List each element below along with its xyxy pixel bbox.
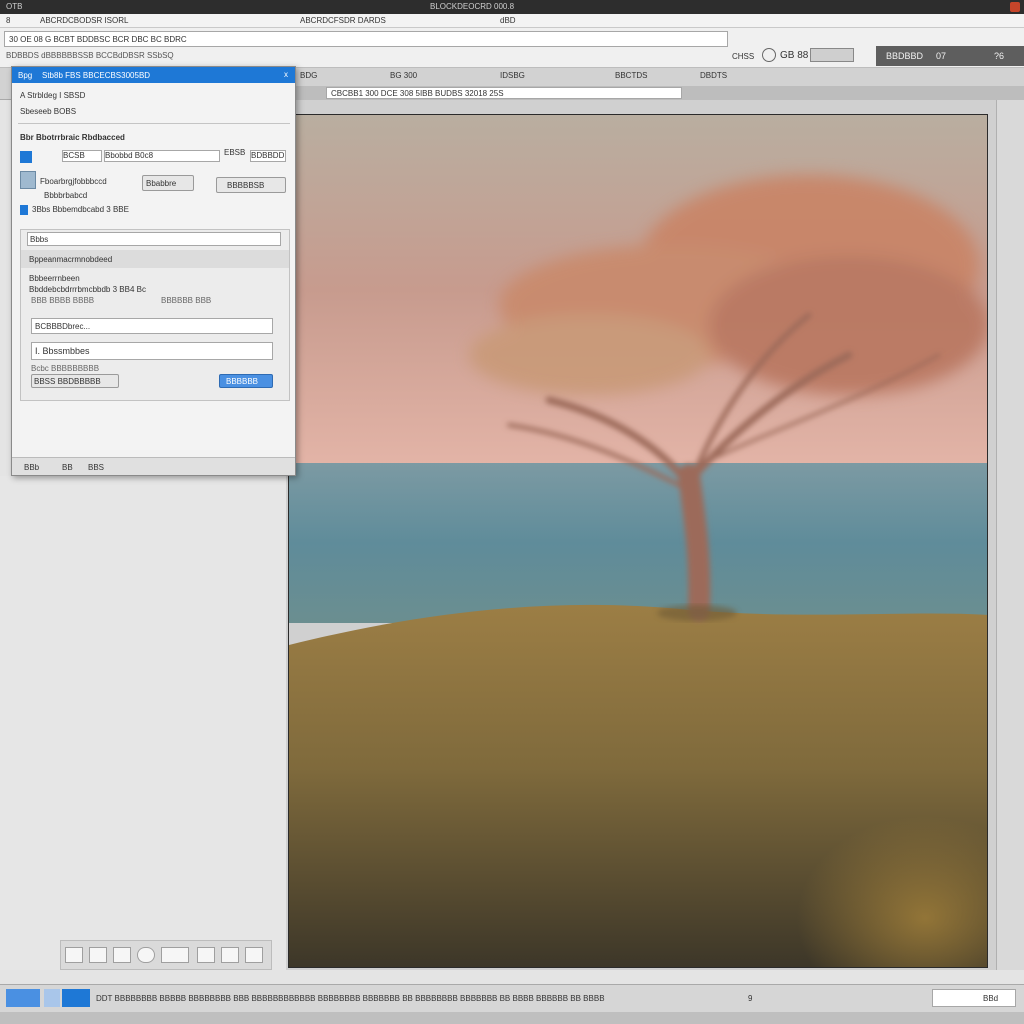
adjust-icon[interactable] [245, 947, 263, 963]
help-item[interactable]: ?6 [994, 51, 1004, 61]
document-tab-strip: CBCBB1 300 DCE 308 5IBB BUDBS 32018 25S [296, 86, 1024, 100]
canvas-image [289, 115, 987, 967]
title-bar: OTB BLOCKDEOCRD 000.8 [0, 0, 1024, 14]
toolbar-info-text: BDBBDS dBBBBBBSSB BCCBdDBSR SSbSQ [6, 51, 174, 60]
checkbox-icon[interactable] [20, 205, 28, 215]
address-input[interactable]: 30 OE 08 G BCBT BDDBSC BCR DBC BC BDRC [4, 31, 728, 47]
tab[interactable]: BBCTDS [615, 71, 675, 80]
text-field-1[interactable]: BCBBBDbrec... [31, 318, 273, 334]
dialog-line: A Strbldeg I SBSD [20, 91, 86, 100]
status-text: DDT BBBBBBBB BBBBB BBBBBBBB BBB BBBBBBBB… [96, 994, 605, 1003]
workspace-switcher: BBDBBD 07 ?6 [876, 46, 1024, 66]
window-title: BLOCKDEOCRD 000.8 [430, 2, 515, 11]
menu-item[interactable]: ABCRDCBODSR ISORL [40, 16, 180, 25]
apply-button[interactable]: BBBBBSB [216, 177, 286, 193]
page-icon[interactable] [113, 947, 131, 963]
dialog-line: Sbeseeb BOBS [20, 107, 77, 116]
tab[interactable]: BG 300 [390, 71, 450, 80]
dialog-icon-label: Bpg [18, 71, 33, 80]
menu-item[interactable]: dBD [500, 16, 516, 25]
address-input-text: 30 OE 08 G BCBT BDDBSC BCR DBC BC BDRC [9, 35, 187, 44]
group-heading: Bppeanmacrmnobdeed [29, 255, 113, 264]
info-icon[interactable] [197, 947, 215, 963]
status-bar: DDT BBBBBBBB BBBBB BBBBBBBB BBB BBBBBBBB… [0, 984, 1024, 1012]
dialog-line: 3Bbs Bbbemdbcabd 3 BBE [32, 205, 129, 214]
dialog-field[interactable]: BDBBDD [250, 150, 286, 162]
option-checkbox[interactable]: BBSS BBDBBBBB [31, 374, 119, 388]
tab[interactable]: BDG [300, 71, 360, 80]
group-header: Bppeanmacrmnobdeed [21, 250, 289, 268]
dialog-title: Stb8b FBS BBCECBS3005BD [42, 71, 151, 80]
dialog-label: Bbbbrbabcd [44, 191, 88, 200]
document-tab[interactable]: CBCBB1 300 DCE 308 5IBB BUDBS 32018 25S [326, 87, 682, 99]
description-line: BBBBBB BBB [161, 296, 212, 305]
footer-item[interactable]: BB [62, 463, 73, 472]
app-label: OTB [6, 2, 23, 11]
settings-icon[interactable] [137, 947, 155, 963]
menu-item[interactable]: ABCRDCFSDR DARDS [300, 16, 430, 25]
text-field-2[interactable]: I. Bbssmbbes [31, 342, 273, 360]
layer-icon[interactable] [65, 947, 83, 963]
zoom-control[interactable] [810, 48, 854, 62]
menu-item[interactable]: 8 [6, 16, 10, 25]
menu-bar: 8 ABCRDCBODSR ISORL ABCRDCFSDR DARDS dBD [0, 14, 1024, 28]
record-icon[interactable] [762, 48, 776, 62]
play-icon[interactable] [20, 151, 32, 163]
vertical-scrollbar[interactable] [996, 100, 1024, 970]
description-line: Bbddebcbdrrrbmcbbdb 3 BB4 Bc [29, 285, 146, 294]
small-input[interactable]: Bbbs [27, 232, 281, 246]
toolbar-item[interactable]: GB 88 [780, 50, 808, 61]
monitor-icon[interactable] [221, 947, 239, 963]
settings-dialog: Bpg Stb8b FBS BBCECBS3005BD x A Strbldeg… [11, 66, 296, 476]
workspace-label[interactable]: BBDBBD [886, 51, 923, 61]
view-toggle-c[interactable] [62, 989, 90, 1007]
zoom-input[interactable]: BBd [932, 989, 1016, 1007]
options-group: Bbbs Bppeanmacrmnobdeed Bbbeerrnbeen Bbd… [20, 229, 290, 401]
tab[interactable]: DBDTS [700, 71, 760, 80]
dialog-title-bar: Bpg Stb8b FBS BBCECBS3005BD x [12, 67, 295, 83]
file-icon [20, 171, 36, 189]
dialog-close-button[interactable]: x [284, 70, 288, 79]
description-line: Bbbeerrnbeen [29, 274, 80, 283]
browse-button[interactable]: Bbabbre [142, 175, 194, 191]
divider [18, 123, 290, 124]
dialog-field[interactable]: Bbobbd B0c8 [104, 150, 220, 162]
view-toggle-b[interactable] [44, 989, 60, 1007]
field-note: Bcbc BBBBBBBBB [31, 364, 100, 373]
dialog-field[interactable]: BCSB [62, 150, 102, 162]
image-icon[interactable] [161, 947, 189, 963]
document-icon[interactable] [89, 947, 107, 963]
description-line: BBB BBBB BBBB [31, 296, 95, 305]
close-window-button[interactable] [1010, 2, 1020, 12]
dialog-label: Fboarbrgjfobbbccd [40, 177, 107, 186]
document-path: CBCBB1 300 DCE 308 5IBB BUDBS 32018 25S [331, 89, 504, 98]
toolbar: 30 OE 08 G BCBT BDDBSC BCR DBC BC BDRC B… [0, 28, 1024, 68]
footer-item[interactable]: BBb [24, 463, 39, 472]
tool-palette [60, 940, 272, 970]
dialog-footer: BBb BB BBS [12, 457, 295, 475]
workspace-count[interactable]: 07 [936, 51, 946, 61]
left-panel-area [0, 476, 286, 970]
ok-button[interactable]: BBBBBB [219, 374, 273, 388]
tab[interactable]: IDSBG [500, 71, 570, 80]
image-canvas[interactable] [288, 114, 988, 968]
page-indicator: 9 [748, 994, 753, 1003]
toolbar-item[interactable]: CHSS [732, 52, 754, 61]
view-toggle-a[interactable] [6, 989, 40, 1007]
footer-item[interactable]: BBS [88, 463, 104, 472]
bottom-strip [0, 1012, 1024, 1024]
dialog-heading: Bbr Bbotrrbraic Rbdbacced [20, 133, 125, 142]
